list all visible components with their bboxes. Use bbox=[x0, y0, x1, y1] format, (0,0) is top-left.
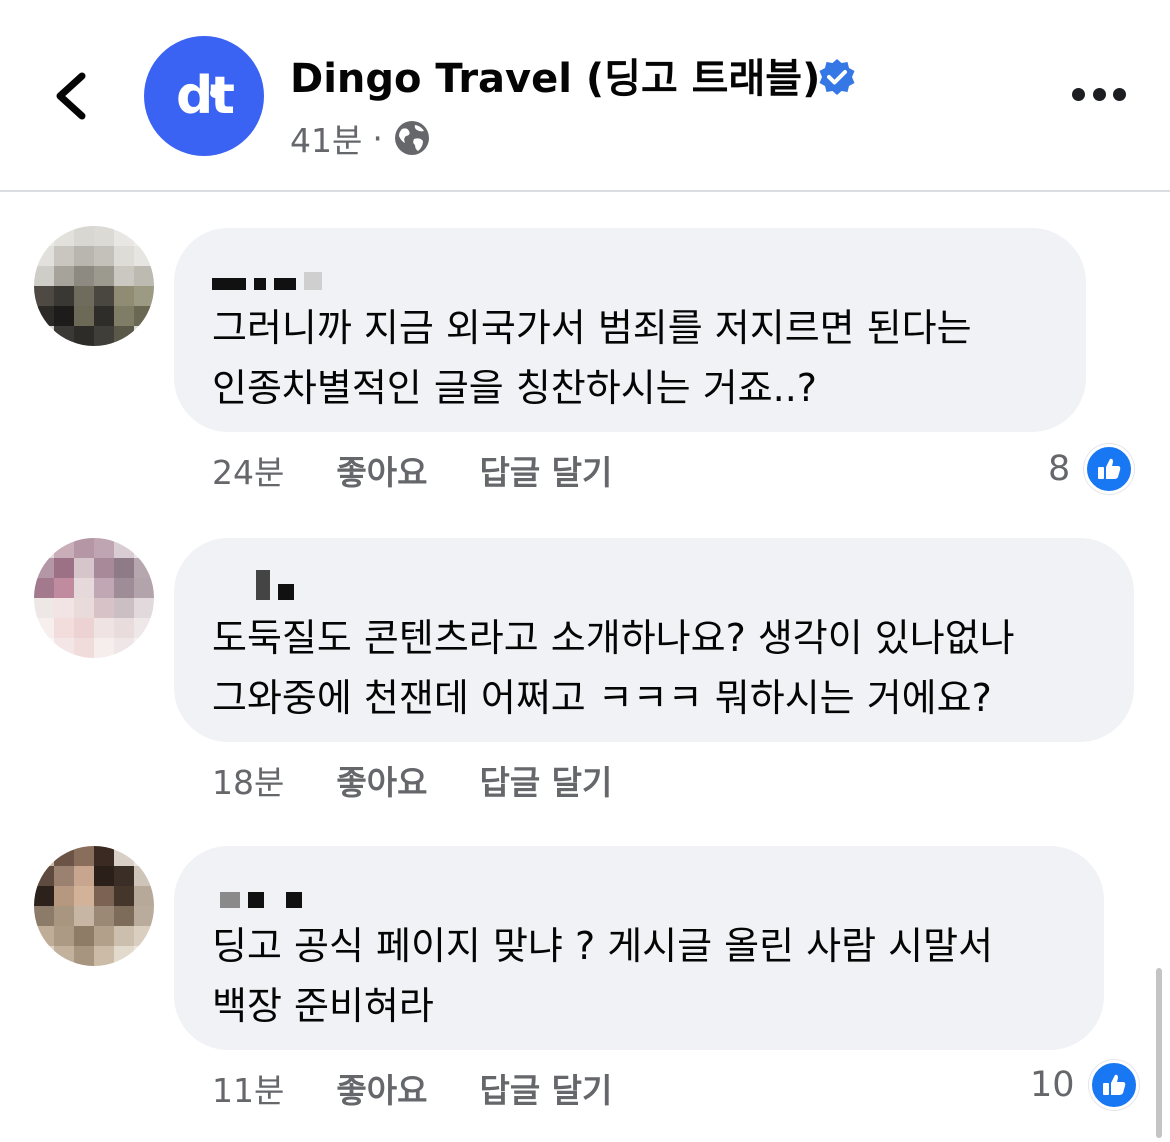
comment-actions: 24분 좋아요 답글 달기 bbox=[212, 446, 612, 494]
dot bbox=[1072, 88, 1085, 101]
comment-text: 도둑질도 콘텐츠라고 소개하나요? 생각이 있나없나 그와중에 천잰데 어쩌고 … bbox=[212, 616, 1015, 720]
commenter-avatar[interactable] bbox=[34, 846, 154, 966]
like-button[interactable]: 좋아요 bbox=[336, 1064, 427, 1112]
comment-text: 딩고 공식 페이지 맞냐 ? 게시글 올린 사람 시말서 백장 준비혀라 bbox=[212, 924, 994, 1028]
header-divider bbox=[0, 190, 1170, 192]
commenter-name-redacted[interactable] bbox=[212, 868, 1068, 908]
comment-bubble[interactable]: 딩고 공식 페이지 맞냐 ? 게시글 올린 사람 시말서 백장 준비혀라 bbox=[174, 846, 1104, 1050]
comment-bubble[interactable]: 그러니까 지금 외국가서 범죄를 저지르면 된다는 인종차별적인 글을 칭찬하시… bbox=[174, 228, 1086, 432]
page-name[interactable]: Dingo Travel (딩고 트래블) bbox=[290, 46, 820, 104]
dot bbox=[1113, 88, 1126, 101]
globe-icon[interactable] bbox=[393, 119, 431, 157]
page-logo: dt bbox=[175, 66, 235, 126]
comment-actions: 18분 좋아요 답글 달기 bbox=[212, 756, 612, 804]
like-thumb-icon bbox=[1084, 444, 1135, 494]
reaction-summary[interactable]: 8 bbox=[1048, 444, 1135, 494]
reaction-count: 8 bbox=[1048, 449, 1071, 489]
more-dots-icon[interactable] bbox=[1072, 88, 1126, 104]
post-header: dt Dingo Travel (딩고 트래블) 41분 · bbox=[0, 0, 1170, 190]
back-chevron-icon[interactable] bbox=[48, 68, 96, 124]
comment-actions: 11분 좋아요 답글 달기 bbox=[212, 1064, 612, 1112]
commenter-name-redacted[interactable] bbox=[212, 560, 1098, 600]
commenter-avatar[interactable] bbox=[34, 226, 154, 346]
like-thumb-icon bbox=[1088, 1060, 1139, 1110]
commenter-avatar[interactable] bbox=[34, 538, 154, 658]
comment-time[interactable]: 24분 bbox=[212, 446, 284, 494]
comment-time[interactable]: 11분 bbox=[212, 1064, 284, 1112]
like-button[interactable]: 좋아요 bbox=[336, 446, 427, 494]
scrollbar[interactable] bbox=[1156, 968, 1162, 1138]
commenter-name-redacted[interactable] bbox=[212, 250, 1050, 290]
reply-button[interactable]: 답글 달기 bbox=[479, 446, 612, 494]
page-avatar[interactable]: dt bbox=[144, 36, 264, 156]
dot bbox=[1092, 88, 1106, 101]
comment-time[interactable]: 18분 bbox=[212, 756, 284, 804]
like-button[interactable]: 좋아요 bbox=[336, 756, 427, 804]
post-time[interactable]: 41분 bbox=[290, 114, 362, 162]
comment-bubble[interactable]: 도둑질도 콘텐츠라고 소개하나요? 생각이 있나없나 그와중에 천잰데 어쩌고 … bbox=[174, 538, 1134, 742]
comment-text: 그러니까 지금 외국가서 범죄를 저지르면 된다는 인종차별적인 글을 칭찬하시… bbox=[212, 306, 972, 410]
verified-badge-icon bbox=[819, 59, 855, 95]
reaction-summary[interactable]: 10 bbox=[1030, 1060, 1139, 1110]
reaction-count: 10 bbox=[1030, 1065, 1075, 1105]
reply-button[interactable]: 답글 달기 bbox=[479, 756, 612, 804]
meta-separator: · bbox=[372, 118, 383, 158]
logo-dot bbox=[210, 88, 220, 98]
reply-button[interactable]: 답글 달기 bbox=[479, 1064, 612, 1112]
post-meta: 41분 · bbox=[290, 114, 431, 162]
